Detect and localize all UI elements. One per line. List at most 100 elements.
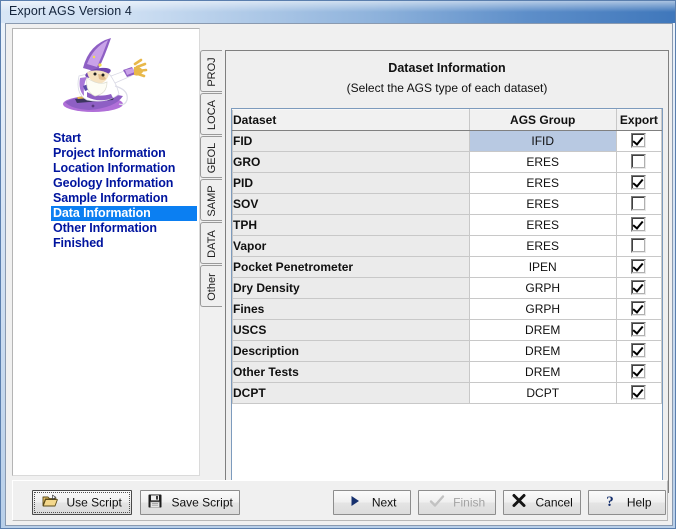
tab-proj[interactable]: PROJ xyxy=(200,50,222,92)
cell-dataset[interactable]: TPH xyxy=(233,215,470,236)
dataset-grid-body: FIDIFIDGROERESPIDERESSOVERESTPHERESVapor… xyxy=(233,131,662,404)
wizard-step-location-information[interactable]: Location Information xyxy=(51,161,199,176)
table-row[interactable]: Dry DensityGRPH xyxy=(233,278,662,299)
table-row[interactable]: FIDIFID xyxy=(233,131,662,152)
export-checkbox-checked[interactable] xyxy=(631,217,646,232)
cell-dataset[interactable]: GRO xyxy=(233,152,470,173)
cell-ags-group[interactable]: ERES xyxy=(469,215,616,236)
wizard-step-data-information[interactable]: Data Information xyxy=(51,206,197,221)
tab-samp[interactable]: SAMP xyxy=(200,179,222,221)
wizard-step-geology-information[interactable]: Geology Information xyxy=(51,176,199,191)
cell-export[interactable] xyxy=(616,383,661,404)
column-header-export[interactable]: Export xyxy=(616,110,661,131)
cell-dataset[interactable]: Fines xyxy=(233,299,470,320)
cell-ags-group[interactable]: DREM xyxy=(469,341,616,362)
export-checkbox-checked[interactable] xyxy=(631,259,646,274)
cell-dataset[interactable]: Vapor xyxy=(233,236,470,257)
cell-ags-group[interactable]: ERES xyxy=(469,152,616,173)
export-checkbox-checked[interactable] xyxy=(631,280,646,295)
use-script-button[interactable]: Use Script xyxy=(32,490,132,515)
play-triangle-icon xyxy=(347,493,363,509)
table-row[interactable]: USCSDREM xyxy=(233,320,662,341)
cell-export[interactable] xyxy=(616,278,661,299)
export-checkbox-checked[interactable] xyxy=(631,385,646,400)
cell-export[interactable] xyxy=(616,236,661,257)
export-checkbox-checked[interactable] xyxy=(631,343,646,358)
table-row[interactable]: DescriptionDREM xyxy=(233,341,662,362)
cell-dataset[interactable]: FID xyxy=(233,131,470,152)
cell-ags-group[interactable]: ERES xyxy=(469,194,616,215)
cell-ags-group[interactable]: GRPH xyxy=(469,278,616,299)
export-checkbox-unchecked[interactable] xyxy=(631,238,646,253)
cell-dataset[interactable]: Pocket Penetrometer xyxy=(233,257,470,278)
dataset-grid-container[interactable]: Dataset AGS Group Export FIDIFIDGROERESP… xyxy=(231,108,663,487)
cell-ags-group[interactable]: DCPT xyxy=(469,383,616,404)
wizard-step-other-information[interactable]: Other Information xyxy=(51,221,199,236)
column-header-dataset[interactable]: Dataset xyxy=(233,110,470,131)
cell-export[interactable] xyxy=(616,173,661,194)
application-window: Export AGS Version 4 xyxy=(0,0,676,529)
tab-data[interactable]: DATA xyxy=(200,222,222,264)
cell-dataset[interactable]: DCPT xyxy=(233,383,470,404)
cell-dataset[interactable]: PID xyxy=(233,173,470,194)
cell-ags-group[interactable]: DREM xyxy=(469,362,616,383)
export-checkbox-checked[interactable] xyxy=(631,301,646,316)
tab-proj-label: PROJ xyxy=(202,51,222,93)
export-checkbox-checked[interactable] xyxy=(631,364,646,379)
table-row[interactable]: DCPTDCPT xyxy=(233,383,662,404)
wizard-step-sample-information[interactable]: Sample Information xyxy=(51,191,199,206)
cell-ags-group[interactable]: ERES xyxy=(469,173,616,194)
cell-ags-group[interactable]: GRPH xyxy=(469,299,616,320)
wizard-step-start[interactable]: Start xyxy=(51,131,199,146)
cell-export[interactable] xyxy=(616,362,661,383)
export-checkbox-unchecked[interactable] xyxy=(631,196,646,211)
tab-loca[interactable]: LOCA xyxy=(200,93,222,135)
cancel-button[interactable]: Cancel xyxy=(503,490,581,515)
floppy-disk-icon xyxy=(147,493,163,509)
dataset-information-panel: Dataset Information (Select the AGS type… xyxy=(225,50,669,493)
title-bar[interactable]: Export AGS Version 4 xyxy=(1,1,676,23)
wizard-step-project-information[interactable]: Project Information xyxy=(51,146,199,161)
cell-ags-group[interactable]: ERES xyxy=(469,236,616,257)
cell-export[interactable] xyxy=(616,131,661,152)
export-checkbox-unchecked[interactable] xyxy=(631,154,646,169)
table-row[interactable]: PIDERES xyxy=(233,173,662,194)
export-checkbox-checked[interactable] xyxy=(631,133,646,148)
help-button[interactable]: ? Help xyxy=(588,490,666,515)
cell-export[interactable] xyxy=(616,299,661,320)
export-checkbox-checked[interactable] xyxy=(631,175,646,190)
cell-ags-group[interactable]: DREM xyxy=(469,320,616,341)
tab-other[interactable]: Other xyxy=(200,265,222,307)
cell-export[interactable] xyxy=(616,215,661,236)
cell-export[interactable] xyxy=(616,152,661,173)
question-mark-icon: ? xyxy=(602,493,618,509)
save-script-button[interactable]: Save Script xyxy=(140,490,240,515)
wizard-mascot-icon xyxy=(53,34,163,119)
cell-export[interactable] xyxy=(616,257,661,278)
export-checkbox-checked[interactable] xyxy=(631,322,646,337)
next-label: Next xyxy=(372,495,397,509)
cell-export[interactable] xyxy=(616,320,661,341)
cell-export[interactable] xyxy=(616,194,661,215)
table-row[interactable]: GROERES xyxy=(233,152,662,173)
table-row[interactable]: TPHERES xyxy=(233,215,662,236)
table-row[interactable]: FinesGRPH xyxy=(233,299,662,320)
table-row[interactable]: VaporERES xyxy=(233,236,662,257)
cell-ags-group[interactable]: IFID xyxy=(469,131,616,152)
column-header-ags-group[interactable]: AGS Group xyxy=(469,110,616,131)
cell-dataset[interactable]: Description xyxy=(233,341,470,362)
table-row[interactable]: Other TestsDREM xyxy=(233,362,662,383)
cell-ags-group[interactable]: IPEN xyxy=(469,257,616,278)
next-button[interactable]: Next xyxy=(333,490,411,515)
cell-dataset[interactable]: SOV xyxy=(233,194,470,215)
cell-dataset[interactable]: Dry Density xyxy=(233,278,470,299)
tab-geol[interactable]: GEOL xyxy=(200,136,222,178)
cell-dataset[interactable]: Other Tests xyxy=(233,362,470,383)
cell-export[interactable] xyxy=(616,341,661,362)
table-row[interactable]: Pocket PenetrometerIPEN xyxy=(233,257,662,278)
cell-dataset[interactable]: USCS xyxy=(233,320,470,341)
wizard-sidebar: Start Project Information Location Infor… xyxy=(12,28,200,476)
tab-samp-label: SAMP xyxy=(202,180,222,222)
wizard-step-finished[interactable]: Finished xyxy=(51,236,199,251)
table-row[interactable]: SOVERES xyxy=(233,194,662,215)
